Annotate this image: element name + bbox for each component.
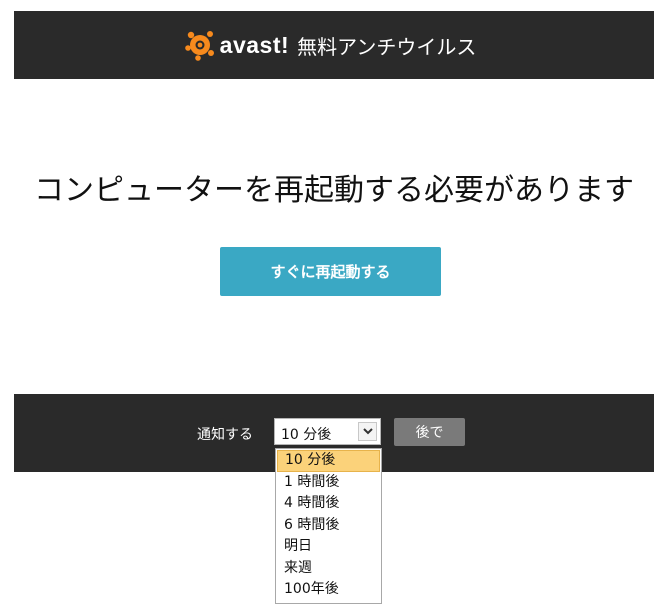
select-value: 10 分後	[281, 427, 332, 443]
dropdown-option-1hour[interactable]: 1 時間後	[276, 472, 381, 494]
interval-dropdown-list: 10 分後 1 時間後 4 時間後 6 時間後 明日 来週 100年後	[275, 448, 382, 604]
avast-logo-icon	[184, 31, 214, 61]
chevron-down-icon[interactable]	[358, 422, 377, 441]
logo-text: avast!	[219, 31, 290, 58]
notify-label: 通知する	[197, 427, 253, 443]
dropdown-option-4hours[interactable]: 4 時間後	[276, 493, 381, 515]
product-name: 無料アンチウイルス	[297, 34, 477, 59]
later-button[interactable]: 後で	[394, 418, 465, 446]
page-title: コンピューターを再起動する必要があります	[34, 173, 634, 208]
restart-now-button[interactable]: すぐに再起動する	[220, 247, 441, 296]
header-bar: avast! 無料アンチウイルス	[14, 11, 654, 79]
dropdown-option-next-week[interactable]: 来週	[276, 558, 381, 580]
dropdown-option-100years[interactable]: 100年後	[276, 579, 381, 601]
dropdown-option-10min[interactable]: 10 分後	[277, 450, 380, 472]
dropdown-option-6hours[interactable]: 6 時間後	[276, 515, 381, 537]
brand: avast! 無料アンチウイルス	[184, 29, 477, 61]
remind-interval-select[interactable]: 10 分後	[274, 418, 381, 445]
avast-restart-dialog: avast! 無料アンチウイルス コンピューターを再起動する必要があります すぐ…	[0, 0, 668, 610]
dropdown-option-tomorrow[interactable]: 明日	[276, 536, 381, 558]
